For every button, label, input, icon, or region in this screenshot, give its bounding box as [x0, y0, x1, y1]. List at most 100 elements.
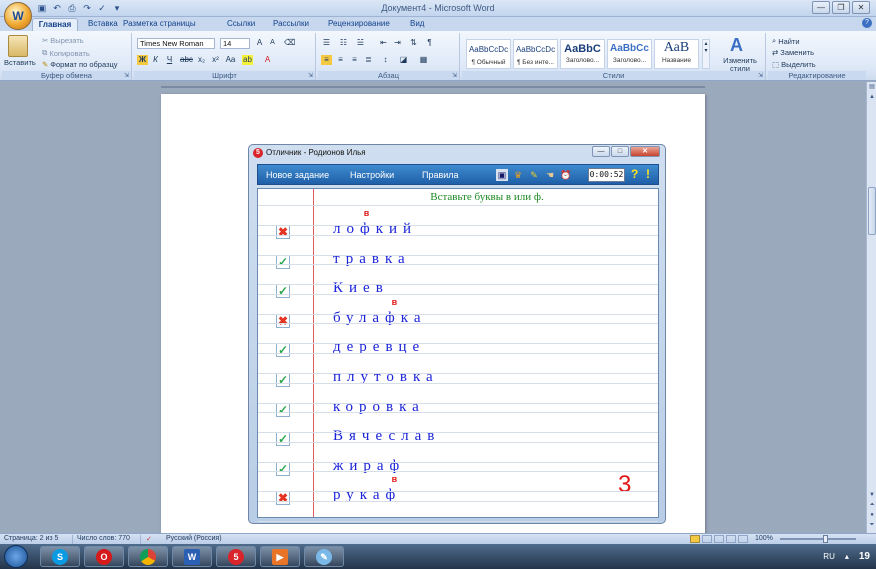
taskbar-chrome[interactable] [128, 546, 168, 567]
font-color-icon[interactable]: A [262, 55, 273, 65]
font-name-combo[interactable]: Times New Roman [137, 38, 215, 49]
scroll-down-icon[interactable]: ▼ [867, 492, 876, 498]
sort-icon[interactable]: ⇅ [408, 38, 419, 48]
ruler-toggle-icon[interactable]: ▤ [867, 83, 876, 90]
underline-icon[interactable]: Ч [164, 55, 175, 65]
outline-view-icon[interactable] [726, 535, 736, 543]
highlight-icon[interactable]: ab [242, 55, 253, 65]
taskbar-otlichnik[interactable]: 5 [216, 546, 256, 567]
tab-insert[interactable]: Вставка [88, 18, 118, 31]
clear-format-icon[interactable]: ⌫ [284, 38, 295, 48]
change-case-icon[interactable]: Aa [225, 55, 236, 65]
taskbar-word[interactable]: W [172, 546, 212, 567]
justify-icon[interactable]: ≣ [363, 55, 374, 65]
select-button[interactable]: ⬚ Выделить [772, 60, 816, 69]
show-marks-icon[interactable]: ¶ [424, 38, 435, 48]
hand-icon[interactable]: ☚ [544, 169, 556, 181]
close-button[interactable]: ✕ [852, 1, 870, 14]
shading-icon[interactable]: ◪ [398, 55, 409, 65]
pencil-icon[interactable]: ✎ [528, 169, 540, 181]
align-right-icon[interactable]: ≡ [349, 55, 360, 65]
styles-scroll-icon[interactable]: ▴ ▾ [702, 39, 710, 69]
prev-page-icon[interactable]: ⏶ [867, 502, 876, 509]
app-maximize-button[interactable]: □ [611, 146, 629, 157]
language-indicator[interactable]: Русский (Россия) [166, 535, 222, 542]
menu-rules[interactable]: Правила [422, 170, 459, 180]
tray-clock[interactable]: 19 [859, 551, 870, 562]
multilevel-list-icon[interactable]: ☱ [355, 38, 366, 48]
taskbar-skype[interactable]: S [40, 546, 80, 567]
tab-mailings[interactable]: Рассылки [273, 18, 309, 31]
save-results-icon[interactable]: ▣ [496, 169, 508, 181]
fullscreen-view-icon[interactable] [702, 535, 712, 543]
decrease-indent-icon[interactable]: ⇤ [378, 38, 389, 48]
page-indicator[interactable]: Страница: 2 из 5 [4, 535, 58, 542]
print-layout-view-icon[interactable] [690, 535, 700, 543]
increase-indent-icon[interactable]: ⇥ [392, 38, 403, 48]
numbering-icon[interactable]: ☷ [338, 38, 349, 48]
vertical-scrollbar[interactable]: ▤ ▲ ▼ ⏶ ● ⏷ [866, 82, 876, 533]
copy-button[interactable]: ⧉ Копировать [42, 48, 90, 58]
clipboard-launcher-icon[interactable]: ⇲ [124, 72, 129, 79]
format-painter-button[interactable]: ✎ Формат по образцу [42, 60, 118, 69]
align-center-icon[interactable]: ≡ [335, 55, 346, 65]
tray-arrow-icon[interactable]: ▴ [845, 552, 849, 561]
styles-launcher-icon[interactable]: ⇲ [758, 72, 763, 79]
borders-icon[interactable]: ▦ [418, 55, 429, 65]
taskbar-screen-recorder[interactable]: ▶ [260, 546, 300, 567]
office-button[interactable]: W [4, 2, 32, 30]
subscript-icon[interactable]: x₂ [196, 55, 207, 65]
alarm-clock-icon[interactable]: ⏰ [560, 169, 572, 181]
scroll-thumb[interactable] [868, 187, 876, 235]
menu-new-task[interactable]: Новое задание [266, 170, 329, 180]
web-view-icon[interactable] [714, 535, 724, 543]
zoom-slider-handle[interactable] [823, 535, 828, 543]
tab-references[interactable]: Ссылки [227, 18, 255, 31]
line-spacing-icon[interactable]: ↕ [380, 55, 391, 65]
next-page-icon[interactable]: ⏷ [867, 522, 876, 529]
font-size-combo[interactable]: 14 [220, 38, 250, 49]
font-launcher-icon[interactable]: ⇲ [308, 72, 313, 79]
change-styles-icon[interactable]: A [730, 35, 743, 56]
taskbar-opera[interactable]: O [84, 546, 124, 567]
cut-button[interactable]: ✂ Вырезать [42, 36, 84, 45]
app-minimize-button[interactable]: — [592, 146, 610, 157]
paragraph-launcher-icon[interactable]: ⇲ [452, 72, 457, 79]
style-normal[interactable]: AaBbCcDc ¶ Обычный [466, 39, 511, 69]
hint-exclamation-icon[interactable]: ! [646, 167, 650, 181]
superscript-icon[interactable]: x² [210, 55, 221, 65]
app-close-button[interactable]: ✕ [630, 146, 660, 157]
paste-button[interactable]: Вставить [4, 58, 36, 67]
shrink-font-icon[interactable]: A [267, 38, 278, 48]
help-icon[interactable]: ? [862, 18, 872, 28]
paste-icon[interactable] [8, 35, 28, 57]
proofing-icon[interactable]: ✓ [146, 535, 152, 543]
tab-home[interactable]: Главная [32, 18, 78, 31]
align-left-icon[interactable]: ≡ [321, 55, 332, 65]
taskbar-paint[interactable]: ✎ [304, 546, 344, 567]
bullets-icon[interactable]: ☰ [321, 38, 332, 48]
minimize-button[interactable]: — [812, 1, 830, 14]
tab-review[interactable]: Рецензирование [328, 18, 390, 31]
style-no-spacing[interactable]: AaBbCcDc ¶ Без инте... [513, 39, 558, 69]
style-heading-2[interactable]: AaBbCc Заголово... [607, 39, 652, 69]
strikethrough-icon[interactable]: abc [180, 55, 193, 65]
draft-view-icon[interactable] [738, 535, 748, 543]
tray-language[interactable]: RU [823, 552, 835, 561]
scroll-up-icon[interactable]: ▲ [867, 94, 876, 100]
replace-button[interactable]: ⇄ Заменить [772, 48, 814, 57]
bold-icon[interactable]: Ж [137, 55, 148, 65]
find-button[interactable]: ⌕ Найти [772, 36, 800, 46]
trophy-icon[interactable]: ♛ [512, 169, 524, 181]
menu-settings[interactable]: Настройки [350, 170, 394, 180]
tab-view[interactable]: Вид [410, 18, 424, 31]
browse-object-icon[interactable]: ● [867, 512, 876, 518]
zoom-level[interactable]: 100% [755, 535, 773, 542]
zoom-slider[interactable] [780, 538, 856, 540]
start-button[interactable] [4, 545, 28, 568]
grow-font-icon[interactable]: A [254, 38, 265, 48]
word-count[interactable]: Число слов: 770 [77, 535, 130, 542]
maximize-button[interactable]: ❐ [832, 1, 850, 14]
style-title[interactable]: АаВ Название [654, 39, 699, 69]
style-heading-1[interactable]: AaBbC Заголово... [560, 39, 605, 69]
